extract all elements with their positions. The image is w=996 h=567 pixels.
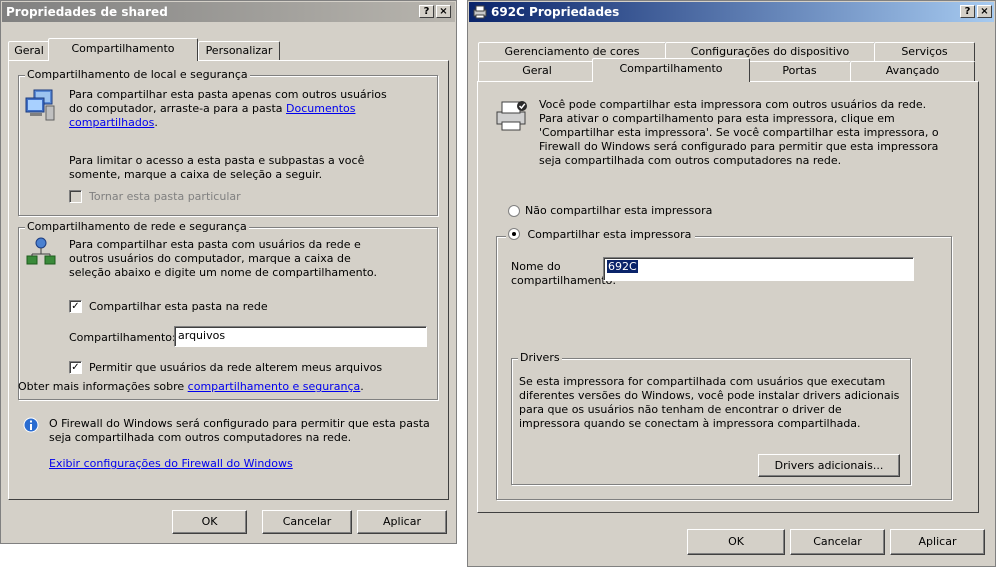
ok-button[interactable]: OK: [172, 510, 247, 534]
private-checkbox[interactable]: [69, 190, 82, 203]
ok-button[interactable]: OK: [687, 529, 785, 555]
info-icon: [23, 417, 39, 433]
network-sharing-group: Compartilhamento de rede e segurança Par…: [18, 220, 438, 400]
radio-do-not-share[interactable]: [508, 205, 520, 217]
tab-advanced[interactable]: Avançado: [850, 61, 975, 82]
share-name-label: Compartilhamento:: [69, 331, 176, 344]
cancel-button[interactable]: Cancelar: [790, 529, 885, 555]
tab-compartilhamento[interactable]: Compartilhamento: [48, 38, 198, 61]
help-button[interactable]: ?: [960, 5, 975, 18]
drivers-group: Drivers Se esta impressora for compartil…: [511, 351, 911, 485]
help-button[interactable]: ?: [419, 5, 434, 18]
network-sharing-description: Para compartilhar esta pasta com usuário…: [69, 238, 377, 279]
firewall-note: O Firewall do Windows será configurado p…: [49, 417, 430, 444]
share-name-input[interactable]: 692C: [603, 257, 914, 281]
radio-share-label: Compartilhar esta impressora: [527, 228, 692, 241]
more-info-prefix: Obter mais informações sobre: [18, 380, 185, 393]
more-info-suffix: .: [360, 380, 364, 393]
share-radio-legend: Compartilhar esta impressora: [506, 228, 696, 241]
sharing-security-link[interactable]: compartilhamento e segurança: [188, 380, 361, 393]
network-share-icon: [24, 236, 58, 270]
link-period: .: [154, 116, 158, 129]
share-name-value: 692C: [607, 260, 638, 273]
allow-changes-label: Permitir que usuários da rede alterem me…: [89, 361, 383, 374]
apply-button[interactable]: Aplicar: [357, 510, 447, 534]
shared-printer-icon: [494, 98, 530, 132]
more-info-line: Obter mais informações sobre compartilha…: [18, 380, 438, 394]
private-checkbox-label: Tornar esta pasta particular: [89, 190, 241, 203]
tab-sharing[interactable]: Compartilhamento: [592, 58, 750, 82]
printer-properties-window: 692C Propriedades ? × Gerenciamento de c…: [467, 0, 996, 567]
share-folder-label: Compartilhar esta pasta na rede: [89, 300, 268, 313]
computer-share-icon: [24, 88, 58, 122]
share-name-input[interactable]: arquivos: [174, 326, 427, 347]
apply-button[interactable]: Aplicar: [890, 529, 985, 555]
tab-panel: Você pode compartilhar esta impressora c…: [477, 81, 979, 513]
window-title: Propriedades de shared: [6, 5, 168, 19]
tab-panel: Compartilhamento de local e segurança Pa…: [8, 60, 449, 500]
tab-personalizar[interactable]: Personalizar: [198, 41, 280, 60]
radio-share[interactable]: [508, 228, 520, 240]
cancel-button[interactable]: Cancelar: [262, 510, 352, 534]
local-sharing-group: Compartilhamento de local e segurança Pa…: [18, 68, 438, 216]
share-folder-checkbox[interactable]: ✓: [69, 300, 82, 313]
close-button[interactable]: ×: [977, 5, 992, 18]
additional-drivers-button[interactable]: Drivers adicionais...: [758, 454, 900, 477]
tab-ports[interactable]: Portas: [748, 61, 851, 82]
firewall-settings-link[interactable]: Exibir configurações do Firewall do Wind…: [49, 457, 293, 471]
local-sharing-text: Para compartilhar esta pasta apenas com …: [69, 88, 389, 130]
private-description: Para limitar o acesso a esta pasta e sub…: [69, 154, 365, 181]
local-sharing-legend: Compartilhamento de local e segurança: [25, 68, 250, 81]
title-bar: Propriedades de shared ? ×: [2, 2, 455, 22]
allow-changes-checkbox[interactable]: ✓: [69, 361, 82, 374]
drivers-description: Se esta impressora for compartilhada com…: [519, 375, 900, 430]
title-bar: 692C Propriedades ? ×: [469, 2, 994, 22]
close-button[interactable]: ×: [436, 5, 451, 18]
window-title: 692C Propriedades: [491, 5, 620, 19]
drivers-legend: Drivers: [518, 351, 562, 364]
shared-properties-window: Propriedades de shared ? × Geral Compart…: [0, 0, 457, 544]
share-name-label: Nome do compartilhamento:: [511, 260, 617, 287]
sharing-intro: Você pode compartilhar esta impressora c…: [539, 98, 939, 167]
printer-small-icon: [472, 4, 488, 20]
tab-general[interactable]: Geral: [478, 61, 596, 82]
tab-services[interactable]: Serviços: [874, 42, 975, 61]
network-sharing-legend: Compartilhamento de rede e segurança: [25, 220, 249, 233]
tab-geral[interactable]: Geral: [8, 41, 50, 60]
radio-do-not-share-label: Não compartilhar esta impressora: [525, 204, 713, 217]
